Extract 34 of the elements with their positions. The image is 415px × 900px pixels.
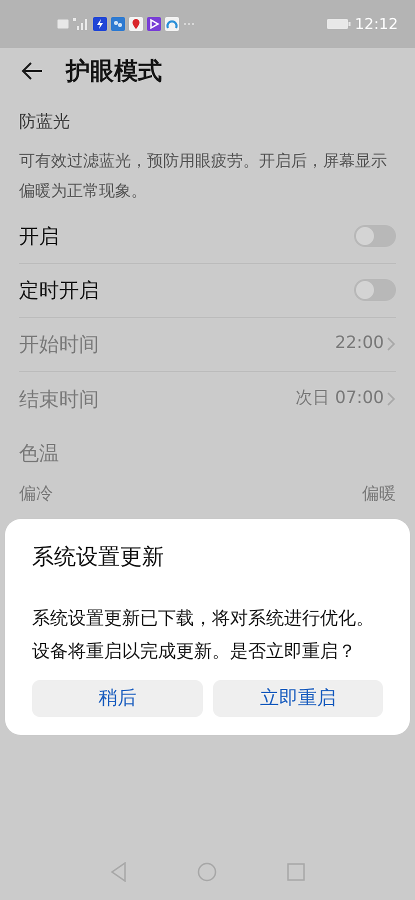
row-label: 开启 (19, 223, 59, 250)
row-label: 定时开启 (19, 277, 99, 304)
section-description: 可有效过滤蓝光，预防用眼疲劳。开启后，屏幕显示偏暖为正常现象。 (19, 150, 388, 202)
hd-icon (57, 19, 69, 29)
app-icon (111, 17, 125, 31)
nav-back-icon[interactable] (110, 862, 127, 882)
dialog-title: 系统设置更新 (32, 544, 165, 572)
row-label: 结束时间 (19, 386, 99, 412)
cool-label: 偏冷 (19, 482, 53, 506)
row-value: 次日 07:00 (296, 386, 384, 410)
dialog-message: 系统设置更新已下载，将对系统进行优化。设备将重启以完成更新。是否立即重启？ (32, 607, 375, 664)
chevron-right-icon (386, 336, 396, 352)
back-arrow-icon (20, 61, 44, 81)
more-icon (183, 22, 195, 26)
status-time: 12:12 (354, 14, 398, 35)
signal-icon (73, 18, 89, 30)
chevron-right-icon (386, 390, 396, 406)
battery-icon (326, 19, 351, 29)
toggle-switch[interactable] (354, 279, 396, 301)
row-label: 色温 (19, 440, 59, 466)
nav-home-icon[interactable] (197, 862, 217, 882)
warm-label: 偏暖 (362, 482, 396, 506)
row-value: 22:00 (335, 332, 384, 356)
toggle-switch[interactable] (354, 225, 396, 247)
map-pin-icon (129, 17, 143, 31)
dialog-button[interactable]: 稍后 (32, 680, 202, 717)
play-icon (147, 17, 161, 31)
page-title: 护眼模式 (66, 56, 162, 87)
row-label: 开始时间 (19, 331, 99, 358)
app-icon (165, 17, 179, 31)
app-icon (93, 17, 107, 31)
dialog-button[interactable]: 立即重启 (212, 680, 383, 717)
nav-recents-icon[interactable] (287, 863, 305, 881)
section-title: 防蓝光 (19, 111, 71, 134)
